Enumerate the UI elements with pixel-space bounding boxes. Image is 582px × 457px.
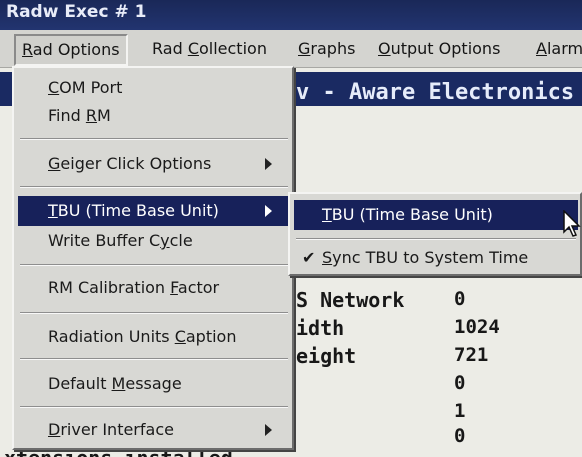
info-value: 0 — [454, 425, 466, 447]
menu-item-label: Find RM — [48, 106, 111, 125]
menu-output-options[interactable]: Output Options — [378, 39, 500, 58]
window-title: Radw Exec # 1 — [6, 2, 147, 22]
menu-separator — [296, 238, 576, 240]
checkmark-icon: ✔ — [302, 248, 316, 267]
menu-separator — [20, 406, 288, 408]
menu-rad-options[interactable]: Rad Options — [14, 34, 128, 66]
info-label: eight — [296, 344, 357, 368]
menu-item-rm-calibration-factor[interactable]: RM Calibration Factor — [18, 274, 290, 302]
info-value: 0 — [454, 372, 466, 394]
info-value: 0 — [454, 288, 466, 310]
menu-item-label: Write Buffer Cycle — [48, 231, 193, 250]
menu-item-driver-interface[interactable]: Driver Interface — [18, 416, 290, 444]
menu-item-label: Sync TBU to System Time — [322, 248, 529, 267]
info-value: 721 — [454, 344, 489, 366]
title-bar: Radw Exec # 1 — [0, 0, 582, 30]
menu-rad-collection[interactable]: Rad Collection — [152, 39, 267, 58]
menu-separator — [20, 358, 288, 360]
info-value: 1 — [454, 400, 466, 422]
menu-item-tbu[interactable]: TBU (Time Base Unit) — [18, 196, 290, 226]
triangle-right-icon — [265, 424, 272, 436]
menu-alarm[interactable]: Alarm — [536, 39, 582, 58]
menu-item-label: TBU (Time Base Unit) — [48, 201, 219, 220]
menu-graphs[interactable]: Graphs — [298, 39, 355, 58]
menu-item-radiation-units-caption[interactable]: Radiation Units Caption — [18, 322, 290, 352]
info-value: 1024 — [454, 316, 500, 338]
menu-item-label: Driver Interface — [48, 420, 174, 439]
info-label: idth — [296, 316, 345, 340]
menu-bar: Rad Options Rad Collection Graphs Output… — [0, 30, 582, 68]
triangle-right-icon — [265, 205, 272, 217]
menu-item-default-message[interactable]: Default Message — [18, 370, 290, 398]
mouse-pointer-icon — [563, 210, 581, 237]
menu-separator — [20, 312, 288, 314]
menu-item-tbu-time-base-unit[interactable]: TBU (Time Base Unit) — [294, 200, 578, 230]
menu-item-sync-tbu[interactable]: ✔ Sync TBU to System Time — [294, 244, 578, 272]
info-label: S Network — [296, 288, 405, 312]
menu-item-label: TBU (Time Base Unit) — [322, 205, 493, 224]
menu-item-geiger-click-options[interactable]: Geiger Click Options — [18, 150, 290, 178]
menu-item-write-buffer-cycle[interactable]: Write Buffer Cycle — [18, 228, 290, 254]
menu-separator — [20, 138, 288, 140]
menu-item-find-rm[interactable]: Find RM — [18, 104, 290, 128]
menu-item-label: Radiation Units Caption — [48, 327, 237, 346]
menu-separator — [20, 264, 288, 266]
triangle-right-icon — [265, 158, 272, 170]
menu-item-label: Default Message — [48, 374, 182, 393]
menu-item-label: RM Calibration Factor — [48, 278, 220, 297]
rad-options-dropdown: COM Port Find RM Geiger Click Options TB… — [12, 66, 294, 450]
menu-item-label: Geiger Click Options — [48, 154, 212, 173]
tbu-submenu: TBU (Time Base Unit) ✔ Sync TBU to Syste… — [288, 192, 582, 276]
menu-separator — [20, 186, 288, 188]
menu-item-label: COM Port — [48, 78, 123, 97]
menu-item-com-port[interactable]: COM Port — [18, 76, 290, 100]
banner-text: v - Aware Electronics — [296, 80, 575, 105]
